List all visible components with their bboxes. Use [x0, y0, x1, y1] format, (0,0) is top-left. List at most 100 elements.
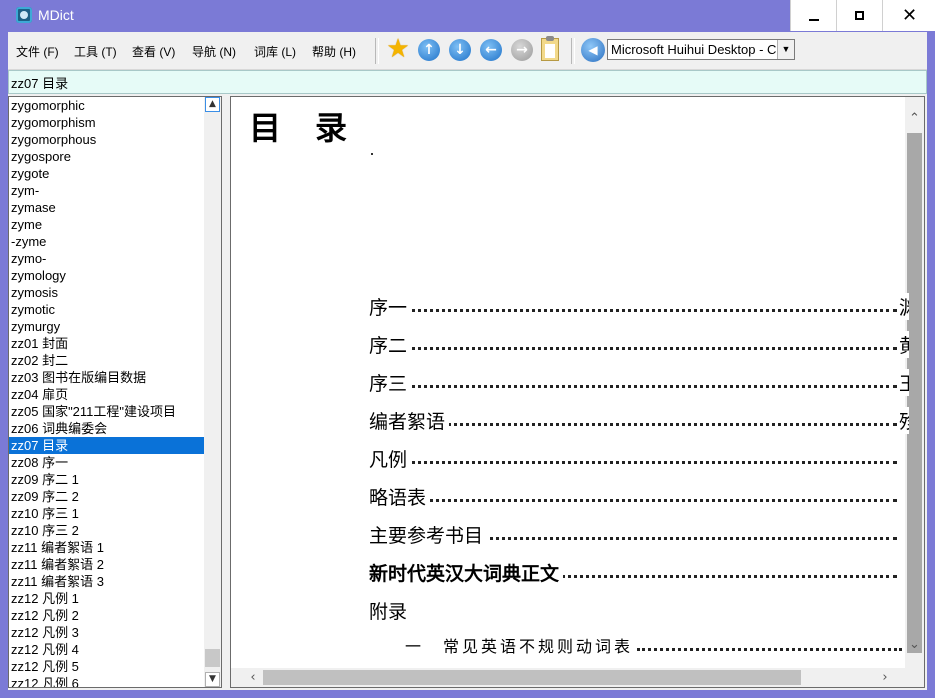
toc-entry-label: 序三 [369, 369, 412, 396]
scroll-down-icon[interactable]: ⌄ [907, 637, 922, 653]
close-button[interactable]: ✕ [882, 0, 935, 31]
list-item[interactable]: zz02 封二 [9, 352, 204, 369]
list-item[interactable]: zymosis [9, 284, 204, 301]
maximize-button[interactable] [836, 0, 882, 31]
list-item[interactable]: zygospore [9, 148, 204, 165]
toc-leader-dots [369, 461, 897, 464]
scroll-left-icon[interactable]: ‹ [245, 669, 261, 686]
scroll-up-icon[interactable]: ▲ [205, 97, 220, 112]
page-heading: 目录 [249, 109, 382, 147]
scroll-right-icon[interactable]: › [877, 669, 893, 686]
list-item[interactable]: zz04 扉页 [9, 386, 204, 403]
voice-select[interactable]: Microsoft Huihui Desktop - C ▼ [607, 39, 795, 60]
list-item[interactable]: zz10 序三 2 [9, 522, 204, 539]
chevron-down-icon[interactable]: ▼ [777, 40, 794, 59]
list-item[interactable]: zz12 凡例 4 [9, 641, 204, 658]
toc-page-number: 殄 [899, 407, 909, 434]
app-window: MDict ✕ 文件 (F) 工具 (T) 查看 (V) 导航 (N) 词库 (… [0, 0, 935, 698]
toc-entry-label: 序一 [369, 293, 412, 320]
speaker-icon[interactable]: ◀ [581, 38, 605, 62]
client-area: 文件 (F) 工具 (T) 查看 (V) 导航 (N) 词库 (L) 帮助 (H… [8, 32, 927, 690]
window-title: MDict [38, 7, 74, 23]
list-item[interactable]: zz10 序三 1 [9, 505, 204, 522]
list-item[interactable]: -zyme [9, 233, 204, 250]
toc-entry-label: 主要参考书目 [369, 521, 488, 548]
menu-file[interactable]: 文件 (F) [16, 43, 59, 60]
list-item[interactable]: zz12 凡例 3 [9, 624, 204, 641]
list-item[interactable]: zz12 凡例 1 [9, 590, 204, 607]
search-input[interactable]: zz07 目录 [11, 73, 68, 92]
toc-entry[interactable]: 主要参考书目 [369, 521, 909, 551]
minimize-button[interactable] [790, 0, 836, 31]
toc-entry[interactable]: 序三 王 [369, 369, 909, 399]
scroll-thumb[interactable] [907, 133, 922, 653]
clipboard-icon[interactable] [541, 36, 559, 61]
voice-select-value: Microsoft Huihui Desktop - C [611, 42, 777, 57]
list-item[interactable]: zymase [9, 199, 204, 216]
menu-tools[interactable]: 工具 (T) [74, 43, 117, 60]
list-item[interactable]: zz11 编者絮语 2 [9, 556, 204, 573]
list-item[interactable]: zygomorphic [9, 97, 204, 114]
word-list-scrollbar[interactable]: ▲ ▼ [204, 97, 221, 687]
list-item[interactable]: zz09 序二 2 [9, 488, 204, 505]
list-item[interactable]: zymo- [9, 250, 204, 267]
list-item[interactable]: zz06 词典编委会 [9, 420, 204, 437]
scroll-corner [905, 668, 924, 687]
list-item[interactable]: zymotic [9, 301, 204, 318]
star-icon[interactable]: ★ [385, 36, 411, 62]
menu-library[interactable]: 词库 (L) [254, 43, 296, 60]
toc-entry[interactable]: 凡例 [369, 445, 909, 475]
list-item[interactable]: zz12 凡例 2 [9, 607, 204, 624]
toc-leader-dots [637, 648, 902, 651]
list-item[interactable]: zz12 凡例 6 [9, 675, 204, 687]
title-bar: MDict ✕ [0, 0, 935, 32]
list-item[interactable]: zz09 序二 1 [9, 471, 204, 488]
toc-entry[interactable]: 新时代英汉大词典正文 [369, 559, 909, 589]
menu-help[interactable]: 帮助 (H) [312, 43, 356, 60]
toc-entry[interactable]: 附录 [369, 597, 909, 627]
list-item[interactable]: zz01 封面 [9, 335, 204, 352]
search-bar[interactable]: zz07 目录 [8, 70, 927, 94]
scroll-up-icon[interactable]: ⌃ [907, 111, 922, 127]
back-arrow-icon[interactable]: ← [480, 39, 502, 61]
toolbar-separator [375, 38, 379, 64]
scroll-thumb[interactable] [263, 670, 801, 685]
scroll-down-icon[interactable]: ▼ [205, 672, 220, 687]
list-item[interactable]: zygote [9, 165, 204, 182]
word-list[interactable]: zygomorphic zygomorphism zygomorphous zygos… [8, 96, 222, 688]
list-item[interactable]: zymurgy [9, 318, 204, 335]
list-item[interactable]: zz08 序一 [9, 454, 204, 471]
list-item[interactable]: zygomorphism [9, 114, 204, 131]
minimize-icon [808, 18, 819, 21]
toc-entry[interactable]: 序一 渊 [369, 293, 909, 323]
list-item[interactable]: zym- [9, 182, 204, 199]
menu-view[interactable]: 查看 (V) [132, 43, 175, 60]
toc-entry[interactable]: 序二 黄 [369, 331, 909, 361]
toc-leader-dots [369, 385, 897, 388]
list-item[interactable]: zygomorphous [9, 131, 204, 148]
down-arrow-icon[interactable]: ↓ [449, 39, 471, 61]
list-item[interactable]: zz03 图书在版编目数据 [9, 369, 204, 386]
toolbar-separator [571, 38, 575, 64]
list-item[interactable]: zyme [9, 216, 204, 233]
list-item[interactable]: zymology [9, 267, 204, 284]
up-arrow-icon[interactable]: ↑ [418, 39, 440, 61]
toc-leader-dots [369, 347, 897, 350]
toc-entry[interactable]: 略语表 [369, 483, 909, 513]
menu-bar: 文件 (F) 工具 (T) 查看 (V) 导航 (N) 词库 (L) 帮助 (H… [8, 32, 927, 70]
list-item[interactable]: zz12 凡例 5 [9, 658, 204, 675]
toc-entry-label: 凡例 [369, 445, 412, 472]
list-item[interactable]: zz05 国家"211工程"建设项目 [9, 403, 204, 420]
toc-entry-label: 略语表 [369, 483, 431, 510]
forward-arrow-icon[interactable]: → [511, 39, 533, 61]
toc-entry-label: 编者絮语 [369, 407, 450, 434]
list-item[interactable]: zz07 目录 [9, 437, 204, 454]
content-horizontal-scrollbar[interactable]: ‹ › [231, 668, 905, 687]
toc-leader-dots [369, 309, 897, 312]
scroll-thumb[interactable] [205, 649, 220, 667]
menu-navigate[interactable]: 导航 (N) [192, 43, 236, 60]
close-icon: ✕ [901, 5, 918, 25]
list-item[interactable]: zz11 编者絮语 3 [9, 573, 204, 590]
toc-entry[interactable]: 编者絮语 殄 [369, 407, 909, 437]
list-item[interactable]: zz11 编者絮语 1 [9, 539, 204, 556]
